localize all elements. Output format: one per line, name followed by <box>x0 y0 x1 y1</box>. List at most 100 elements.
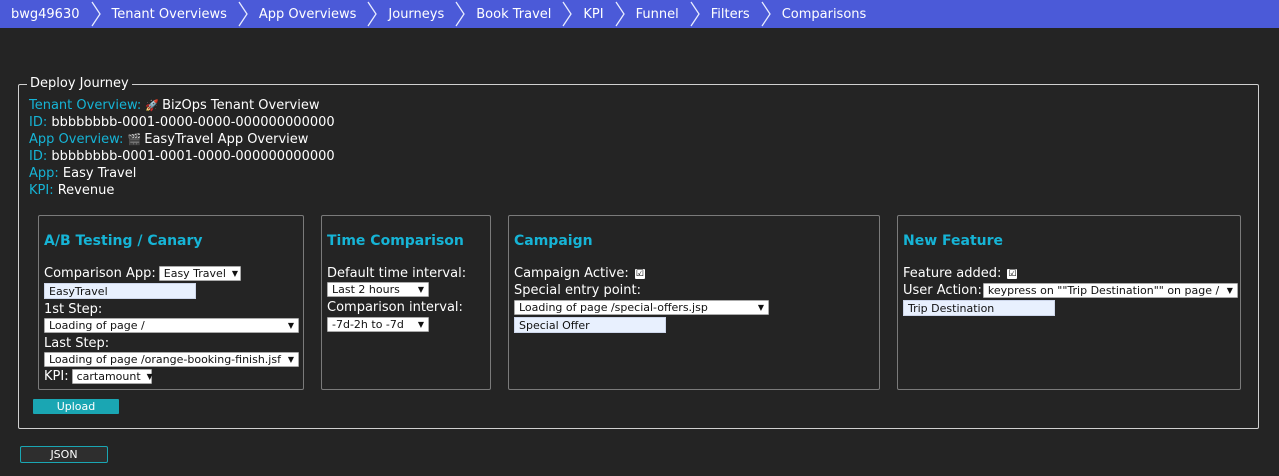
user-action-input[interactable]: Trip Destination <box>903 300 1055 316</box>
breadcrumb-item-comparisons[interactable]: Comparisons <box>772 0 877 28</box>
app-overview-row: App Overview: 🎬 EasyTravel App Overview <box>29 131 308 148</box>
app-overview-label: App Overview: <box>29 132 124 147</box>
user-action-input-row: Trip Destination <box>903 300 1055 316</box>
breadcrumb-label: App Overviews <box>258 6 357 22</box>
breadcrumb-label: Funnel <box>635 6 679 22</box>
user-action-select[interactable]: keypress on ""Trip Destination"" on page… <box>982 283 1238 298</box>
breadcrumb-label: Journeys <box>388 6 445 22</box>
breadcrumb: bwg49630 Tenant Overviews App Overviews … <box>0 0 1279 28</box>
tenant-overview-label: Tenant Overview: <box>29 98 142 113</box>
campaign-active-row: Campaign Active: ☑ <box>514 266 645 281</box>
json-button[interactable]: JSON <box>20 446 108 463</box>
breadcrumb-item-tenant[interactable]: bwg49630 <box>0 0 102 28</box>
clapperboard-icon: 🎬 <box>127 133 142 146</box>
new-feature-panel: New Feature Feature added: ☑ User Action… <box>897 215 1241 390</box>
ab-kpi-row: KPI: cartamount ▼ <box>44 369 153 384</box>
ab-kpi-select[interactable]: cartamount ▼ <box>71 369 153 384</box>
app-id-value: bbbbbbbb-0001-0001-0000-000000000000 <box>51 149 335 164</box>
chevron-down-icon: ▼ <box>757 303 764 312</box>
comparison-app-label: Comparison App: <box>44 266 156 281</box>
breadcrumb-label: Book Travel <box>476 6 552 22</box>
breadcrumb-item-filters[interactable]: Filters <box>701 0 772 28</box>
chevron-right-icon <box>615 1 625 27</box>
entry-point-select-row: Loading of page /special-offers.jsp ▼ <box>514 300 769 315</box>
comparison-interval-select-value: -7d-2h to -7d <box>332 318 404 331</box>
ab-testing-title: A/B Testing / Canary <box>44 233 203 249</box>
breadcrumb-item-kpi[interactable]: KPI <box>573 0 625 28</box>
default-interval-select[interactable]: Last 2 hours ▼ <box>327 282 429 297</box>
entry-point-row: Special entry point: <box>514 283 641 298</box>
feature-added-label: Feature added: <box>903 266 1002 281</box>
breadcrumb-label: Filters <box>710 6 750 22</box>
tenant-overview-row: Tenant Overview: 🚀 BizOps Tenant Overview <box>29 97 319 114</box>
ab-testing-panel: A/B Testing / Canary Comparison App: Eas… <box>38 215 304 390</box>
time-comparison-title: Time Comparison <box>327 233 464 249</box>
default-interval-select-value: Last 2 hours <box>332 283 400 296</box>
chevron-right-icon <box>562 1 573 27</box>
upload-button[interactable]: Upload <box>33 399 119 414</box>
last-step-select[interactable]: Loading of page /orange-booking-finish.j… <box>44 352 299 367</box>
breadcrumb-item-tenant-overviews[interactable]: Tenant Overviews <box>102 0 249 28</box>
ab-kpi-select-value: cartamount <box>76 370 141 383</box>
comparison-app-row: Comparison App: Easy Travel ▼ <box>44 266 241 281</box>
first-step-label: 1st Step: <box>44 302 103 317</box>
comparison-app-input[interactable]: EasyTravel <box>44 283 196 299</box>
last-step-select-row: Loading of page /orange-booking-finish.j… <box>44 352 299 367</box>
breadcrumb-item-funnel[interactable]: Funnel <box>626 0 701 28</box>
time-comparison-panel: Time Comparison Default time interval: L… <box>321 215 491 390</box>
ab-kpi-label: KPI: <box>44 369 69 384</box>
comparison-app-select-value: Easy Travel <box>163 267 226 280</box>
tenant-id-label: ID: <box>29 115 48 130</box>
chevron-right-icon <box>238 1 248 27</box>
app-overview-value: EasyTravel App Overview <box>144 132 309 147</box>
comparison-app-select[interactable]: Easy Travel ▼ <box>158 266 241 281</box>
default-interval-row: Default time interval: <box>327 266 466 281</box>
deploy-journey-fieldset: Deploy Journey Tenant Overview: 🚀 BizOps … <box>18 76 1259 429</box>
comparison-interval-select[interactable]: -7d-2h to -7d ▼ <box>327 317 429 332</box>
chevron-down-icon: ▼ <box>287 321 294 330</box>
chevron-down-icon: ▼ <box>417 285 424 294</box>
entry-point-select-value: Loading of page /special-offers.jsp <box>519 301 708 314</box>
comparison-interval-row: Comparison interval: <box>327 300 463 315</box>
comparison-interval-select-row: -7d-2h to -7d ▼ <box>327 317 429 332</box>
campaign-title: Campaign <box>514 233 593 249</box>
tenant-id-row: ID: bbbbbbbb-0001-0000-0000-000000000000 <box>29 114 335 131</box>
entry-point-input[interactable]: Special Offer <box>514 317 666 333</box>
user-action-label: User Action: <box>903 283 982 298</box>
breadcrumb-item-book-travel[interactable]: Book Travel <box>466 0 573 28</box>
feature-added-checkbox[interactable]: ☑ <box>1007 268 1018 279</box>
last-step-label: Last Step: <box>44 336 110 351</box>
chevron-down-icon: ▼ <box>1226 286 1233 295</box>
comparison-app-input-row: EasyTravel <box>44 283 196 299</box>
breadcrumb-item-journeys[interactable]: Journeys <box>378 0 466 28</box>
rocket-icon: 🚀 <box>145 99 160 112</box>
entry-point-input-row: Special Offer <box>514 317 666 333</box>
chevron-down-icon: ▼ <box>231 269 239 278</box>
breadcrumb-label: KPI <box>583 6 604 22</box>
user-action-select-value: keypress on ""Trip Destination"" on page… <box>987 284 1220 297</box>
deploy-journey-legend: Deploy Journey <box>27 76 132 91</box>
breadcrumb-label: bwg49630 <box>11 6 80 22</box>
chevron-down-icon: ▼ <box>287 355 294 364</box>
entry-point-label: Special entry point: <box>514 283 642 298</box>
first-step-select-value: Loading of page / <box>49 319 145 332</box>
new-feature-title: New Feature <box>903 233 1004 249</box>
chevron-down-icon: ▼ <box>417 320 424 329</box>
kpi-value: Revenue <box>57 183 115 198</box>
tenant-id-value: bbbbbbbb-0001-0000-0000-000000000000 <box>51 115 335 130</box>
first-step-row: 1st Step: <box>44 302 102 317</box>
chevron-right-icon <box>455 1 466 27</box>
campaign-active-checkbox[interactable]: ☑ <box>634 268 645 279</box>
app-label: App: <box>29 166 59 181</box>
breadcrumb-item-app-overviews[interactable]: App Overviews <box>249 0 379 28</box>
chevron-right-icon <box>690 1 700 27</box>
campaign-panel: Campaign Campaign Active: ☑ Special entr… <box>508 215 880 390</box>
user-action-row: User Action: keypress on ""Trip Destinat… <box>903 283 1238 298</box>
first-step-select[interactable]: Loading of page / ▼ <box>44 318 299 333</box>
last-step-row: Last Step: <box>44 336 109 351</box>
kpi-label: KPI: <box>29 183 54 198</box>
entry-point-select[interactable]: Loading of page /special-offers.jsp ▼ <box>514 300 769 315</box>
default-interval-label: Default time interval: <box>327 266 467 281</box>
last-step-select-value: Loading of page /orange-booking-finish.j… <box>49 353 281 366</box>
chevron-right-icon <box>367 1 378 27</box>
